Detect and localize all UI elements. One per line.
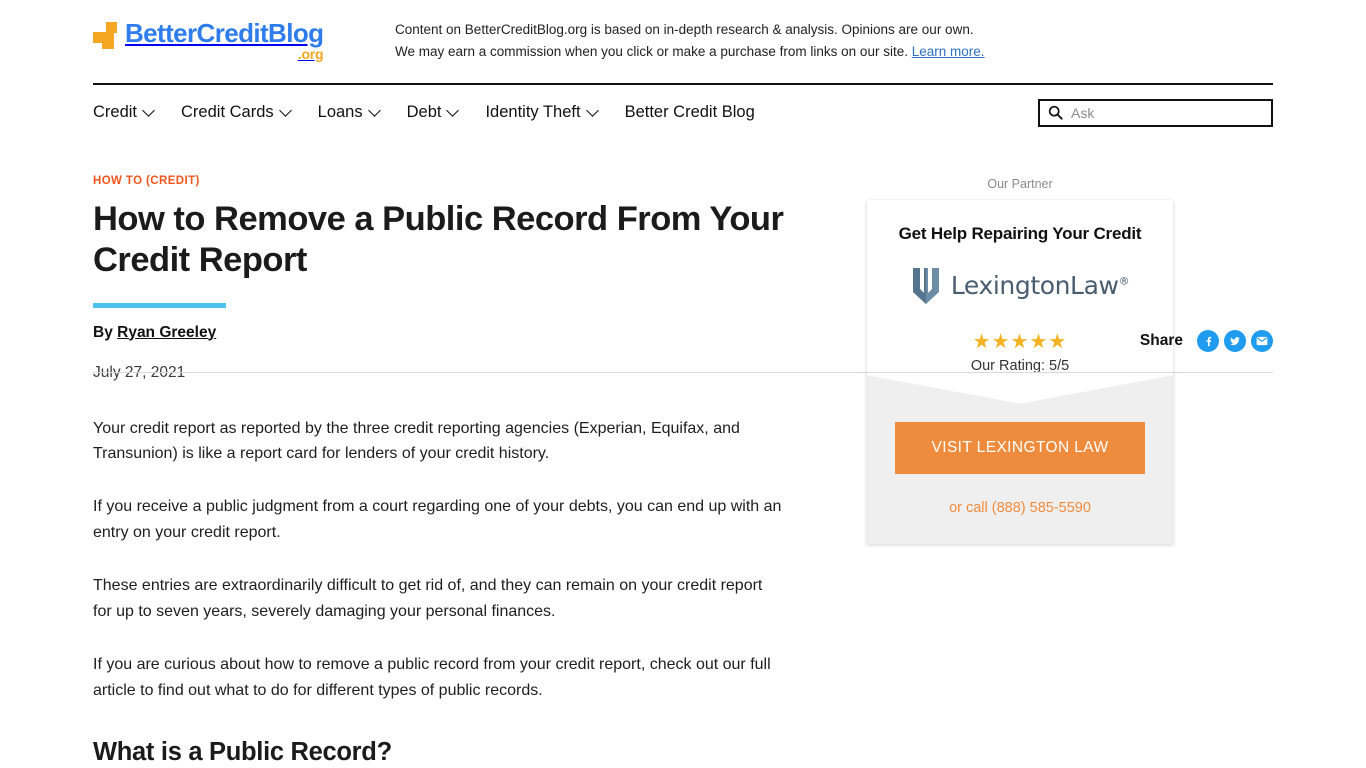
nav-item-debt[interactable]: Debt: [406, 103, 460, 122]
article-paragraph: If you are curious about how to remove a…: [93, 655, 771, 699]
chevron-down-icon: [142, 104, 155, 118]
nav-label: Credit: [93, 103, 138, 122]
partner-card-top: Get Help Repairing Your Credit Lexington…: [867, 199, 1173, 404]
search-icon: [1048, 106, 1063, 120]
page-root: BetterCreditBlog .org Content on BetterC…: [0, 0, 1366, 768]
twitter-share-icon[interactable]: [1224, 330, 1246, 352]
sidebar-column: Our Partner Get Help Repairing Your Cred…: [823, 175, 1273, 768]
share-row: Share: [1140, 330, 1273, 352]
article-kicker[interactable]: HOW TO (CREDIT): [93, 175, 823, 187]
arrow-blocks-icon: [93, 22, 119, 50]
nav-label: Loans: [317, 103, 363, 122]
partner-widget: Our Partner Get Help Repairing Your Cred…: [867, 177, 1173, 544]
author-link[interactable]: Ryan Greeley: [117, 324, 216, 341]
site-logo[interactable]: BetterCreditBlog .org: [93, 15, 375, 61]
chevron-down-icon: [278, 104, 292, 118]
partner-phone-text[interactable]: or call (888) 585-5590: [895, 500, 1145, 516]
nav-item-identity-theft[interactable]: Identity Theft: [485, 103, 599, 122]
search-box[interactable]: [1038, 98, 1273, 127]
nav-item-better-credit-blog[interactable]: Better Credit Blog: [625, 103, 755, 122]
nav-label: Identity Theft: [485, 103, 581, 122]
nav-item-credit-cards[interactable]: Credit Cards: [181, 103, 292, 122]
logo-suffix: .org: [297, 46, 324, 62]
site-header: BetterCreditBlog .org Content on BetterC…: [93, 0, 1273, 63]
visit-lexington-law-button[interactable]: VISIT LEXINGTON LAW: [895, 421, 1145, 474]
partner-brand-name: LexingtonLaw®: [950, 271, 1130, 301]
email-share-icon[interactable]: [1251, 330, 1273, 352]
chevron-down-icon: [367, 104, 381, 118]
partner-card-title: Get Help Repairing Your Credit: [898, 223, 1142, 243]
section-heading: What is a Public Record?: [93, 737, 392, 766]
learn-more-link[interactable]: Learn more.: [912, 44, 985, 59]
chevron-down-icon: [446, 104, 460, 118]
page-wrapper: BetterCreditBlog .org Content on BetterC…: [93, 0, 1273, 768]
registered-mark: ®: [1118, 274, 1130, 288]
main-navigation: Credit Credit Cards Loans Debt Identity …: [93, 85, 1273, 141]
article-paragraph: If you receive a public judgment from a …: [93, 498, 782, 542]
byline: By Ryan Greeley: [93, 324, 823, 342]
share-label: Share: [1139, 332, 1183, 349]
title-underline-rule: [93, 302, 226, 308]
chevron-down-icon: [585, 104, 599, 118]
article-paragraph: These entries are extraordinarily diffic…: [93, 577, 763, 621]
nav-item-credit[interactable]: Credit: [93, 103, 155, 122]
rating-stars: ★★★★★: [972, 330, 1068, 353]
nav-label: Better Credit Blog: [624, 103, 755, 122]
content-top-divider: [93, 372, 1273, 373]
partner-label: Our Partner: [987, 176, 1053, 191]
logo-text: BetterCreditBlog .org: [125, 18, 324, 62]
page-content: HOW TO (CREDIT) How to Remove a Public R…: [93, 175, 1273, 768]
brand-name-text: LexingtonLaw: [950, 271, 1119, 301]
byline-prefix: By: [93, 323, 118, 341]
disclaimer-line-1: Content on BetterCreditBlog.org is based…: [395, 22, 974, 37]
affiliate-disclaimer: Content on BetterCreditBlog.org is based…: [375, 15, 1075, 63]
page-title: How to Remove a Public Record From Your …: [93, 199, 784, 280]
search-input[interactable]: [1069, 103, 1263, 122]
partner-brand-logo: LexingtonLaw®: [885, 266, 1155, 306]
facebook-share-icon[interactable]: [1197, 330, 1219, 352]
nav-item-loans[interactable]: Loans: [317, 103, 381, 122]
article-column: HOW TO (CREDIT) How to Remove a Public R…: [93, 175, 823, 768]
article-paragraph: Your credit report as reported by the th…: [93, 419, 740, 463]
lexington-law-shield-icon: [912, 267, 939, 304]
nav-label: Debt: [406, 103, 442, 122]
partner-card-bottom: VISIT LEXINGTON LAW or call (888) 585-55…: [867, 398, 1173, 544]
logo-name: BetterCreditBlog: [125, 18, 324, 48]
disclaimer-line-2: We may earn a commission when you click …: [395, 43, 908, 59]
nav-label: Credit Cards: [181, 103, 274, 122]
